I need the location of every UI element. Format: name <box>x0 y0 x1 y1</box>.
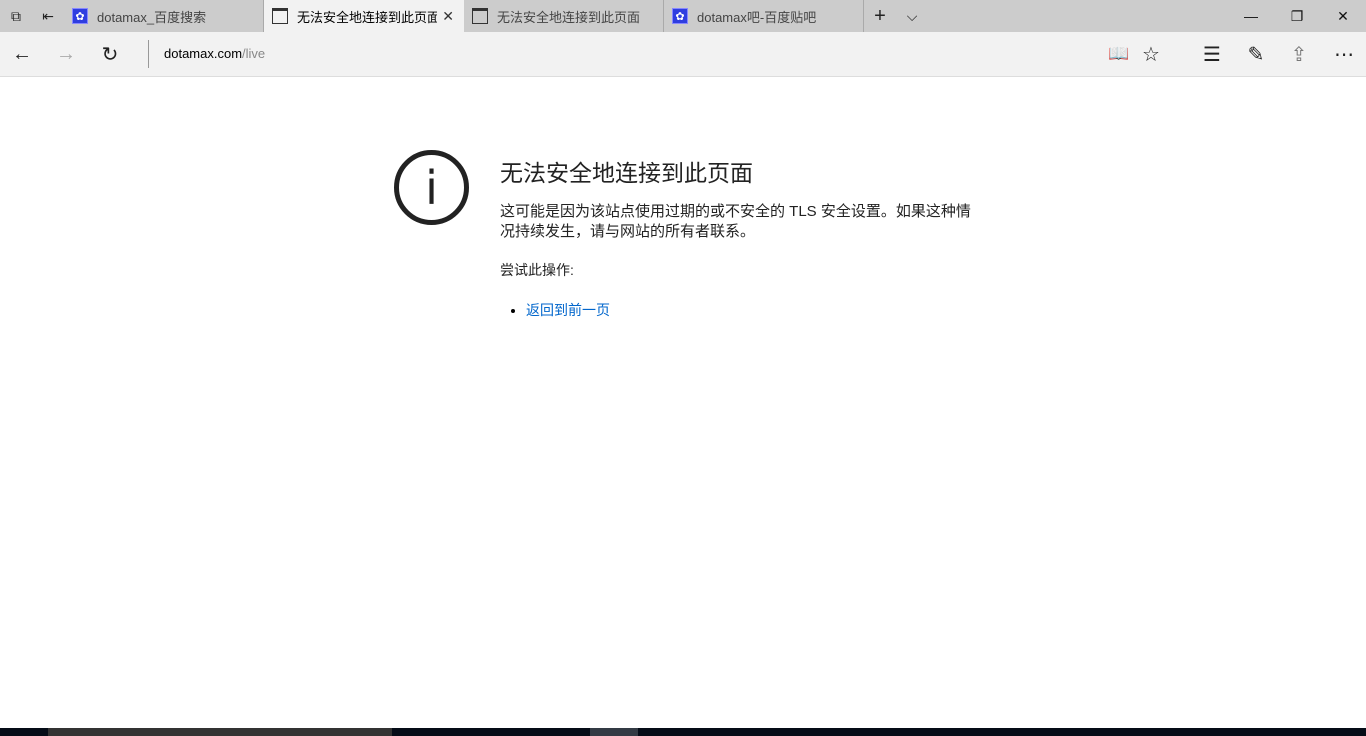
new-tab-icon[interactable]: + <box>864 0 896 32</box>
error-title: 无法安全地连接到此页面 <box>500 160 753 186</box>
baidu-paw-icon: ✿ <box>72 8 88 24</box>
more-icon[interactable]: ⋯ <box>1322 32 1366 76</box>
tab-manager-icon[interactable]: ⧉ <box>0 0 32 32</box>
refresh-icon[interactable]: ↻ <box>88 32 132 76</box>
tab-baidu-tieba[interactable]: ✿ dotamax吧-百度贴吧 <box>664 0 864 32</box>
info-icon: i <box>394 150 469 225</box>
taskbar <box>0 728 1366 736</box>
tab-preview-chevron-icon[interactable]: ⌵ <box>896 0 928 32</box>
restore-icon[interactable]: ❐ <box>1274 0 1320 32</box>
hub-icon[interactable]: ☰ <box>1190 32 1234 76</box>
back-icon[interactable]: ← <box>0 32 44 76</box>
taskbar-search[interactable] <box>48 728 392 736</box>
taskbar-app[interactable] <box>590 728 638 736</box>
tab-title: 无法安全地连接到此页面 <box>497 9 641 25</box>
address-host: dotamax.com <box>164 46 243 61</box>
tab-error-page[interactable]: 无法安全地连接到此页面 ✕ <box>264 0 464 32</box>
tab-error-page-2[interactable]: 无法安全地连接到此页面 <box>464 0 664 32</box>
go-back-link[interactable]: 返回到前一页 <box>526 302 610 318</box>
forward-icon[interactable]: → <box>44 32 88 76</box>
address-path: /live <box>242 46 266 61</box>
tab-bar: ⧉ ⇤ ✿ dotamax_百度搜索 无法安全地连接到此页面 ✕ 无法安全地连接到此… <box>0 0 1366 32</box>
set-aside-tabs-icon[interactable]: ⇤ <box>32 0 64 32</box>
close-window-icon[interactable]: ✕ <box>1320 0 1366 32</box>
tab-title: dotamax_百度搜索 <box>97 9 207 25</box>
address-bar[interactable]: dotamax.com/live <box>148 40 265 68</box>
tab-title: 无法安全地连接到此页面 <box>297 9 437 25</box>
tab-title: dotamax吧-百度贴吧 <box>697 9 817 25</box>
error-description: 这可能是因为该站点使用过期的或不安全的 TLS 安全设置。如果这种情况持续发生，… <box>500 203 971 240</box>
nav-bar: ← → ↻ dotamax.com/live 📖 ☆ ☰ ✎ ⇪ ⋯ <box>0 32 1366 77</box>
baidu-paw-icon: ✿ <box>672 8 688 24</box>
try-label: 尝试此操作: <box>500 262 574 278</box>
close-tab-icon[interactable]: ✕ <box>442 8 454 25</box>
minimize-icon[interactable]: — <box>1228 0 1274 32</box>
page-icon <box>272 8 288 24</box>
page-icon <box>472 8 488 24</box>
favorite-star-icon[interactable]: ☆ <box>1129 32 1173 76</box>
web-note-icon[interactable]: ✎ <box>1234 32 1278 76</box>
tab-baidu-search[interactable]: ✿ dotamax_百度搜索 <box>64 0 264 32</box>
share-icon[interactable]: ⇪ <box>1277 32 1321 76</box>
